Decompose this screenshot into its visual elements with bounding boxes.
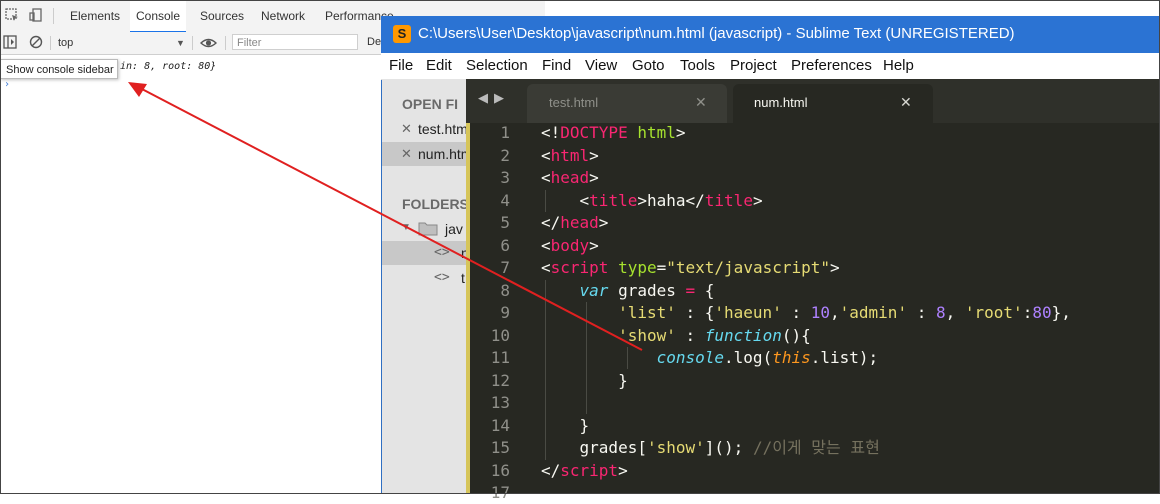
code-line[interactable]: console.log(this.list);: [541, 347, 879, 369]
open-file-num[interactable]: num.htm: [418, 146, 472, 162]
line-number: 4: [500, 190, 510, 210]
console-output-line: in: 8, root: 80}: [120, 61, 217, 72]
line-number: 14: [490, 415, 510, 435]
tab-network[interactable]: Network: [261, 0, 305, 32]
line-number: 7: [500, 258, 510, 277]
folder-file-test[interactable]: t: [461, 270, 465, 286]
folder-name[interactable]: jav: [445, 221, 463, 237]
tab-label: test.html: [549, 95, 599, 110]
log-levels-dropdown[interactable]: De: [367, 36, 381, 48]
html-file-icon: <>: [434, 245, 450, 260]
menu-selection[interactable]: Selection: [466, 57, 528, 74]
clear-console-icon[interactable]: [29, 35, 43, 49]
menu-help[interactable]: Help: [883, 57, 914, 74]
console-sidebar-icon[interactable]: [3, 35, 17, 49]
line-number: 15: [490, 438, 510, 457]
line-number: 3: [500, 168, 510, 187]
tab-label: num.html: [754, 95, 808, 110]
menu-find[interactable]: Find: [542, 57, 571, 74]
html-file-icon: <>: [434, 270, 450, 285]
sublime-logo-icon: S: [393, 25, 411, 43]
code-line[interactable]: 'list' : {'haeun' : 10,'admin' : 8, 'roo…: [541, 302, 1071, 324]
line-number: 6: [500, 235, 510, 255]
context-selector[interactable]: top ▼: [58, 35, 186, 51]
divider: [192, 36, 193, 50]
open-files-header: OPEN FI: [402, 96, 459, 112]
line-number: 8: [500, 280, 510, 300]
console-prompt[interactable]: ›: [4, 79, 10, 90]
tab-nav-arrows-icon[interactable]: ◀▶: [478, 90, 510, 106]
menu-edit[interactable]: Edit: [426, 57, 452, 74]
tab-num-html[interactable]: num.html ✕: [733, 84, 933, 123]
line-number: 13: [490, 393, 510, 412]
modified-lines-marker: [466, 123, 470, 494]
line-number: 5: [500, 213, 510, 232]
code-line[interactable]: <body>: [541, 235, 599, 257]
code-line[interactable]: </head>: [541, 212, 608, 234]
line-number: 1: [500, 123, 510, 142]
code-line[interactable]: <!DOCTYPE html>: [541, 122, 686, 144]
menu-file[interactable]: File: [389, 57, 413, 74]
folder-icon: [418, 222, 438, 236]
menu-goto[interactable]: Goto: [632, 57, 665, 74]
menu-view[interactable]: View: [585, 57, 617, 74]
code-line[interactable]: 'show' : function(){: [541, 325, 811, 347]
code-line[interactable]: grades['show'](); //이게 맞는 표현: [541, 437, 880, 459]
tab-test-html[interactable]: test.html ✕: [527, 84, 727, 123]
open-file-test[interactable]: test.htm: [418, 121, 468, 137]
line-number: 12: [490, 370, 510, 390]
code-line[interactable]: <head>: [541, 167, 599, 189]
inspect-element-icon[interactable]: [5, 8, 19, 22]
filter-input[interactable]: Filter: [232, 34, 358, 50]
divider: [50, 36, 51, 50]
tab-console[interactable]: Console: [130, 0, 186, 33]
tab-elements[interactable]: Elements: [70, 0, 120, 32]
line-number: 11: [490, 348, 510, 367]
line-number: 9: [500, 303, 510, 322]
menu-project[interactable]: Project: [730, 57, 777, 74]
expand-arrow-icon[interactable]: ▼: [401, 222, 411, 233]
dropdown-arrow-icon: ▼: [176, 38, 185, 48]
device-toolbar-icon[interactable]: [29, 8, 43, 22]
divider: [53, 8, 54, 24]
close-icon[interactable]: ✕: [695, 94, 707, 111]
line-number: 17: [490, 483, 510, 502]
menu-tools[interactable]: Tools: [680, 57, 715, 74]
tab-sources[interactable]: Sources: [200, 0, 244, 32]
line-number: 2: [500, 145, 510, 165]
sidebar-selection: [382, 241, 466, 265]
window-title: C:\Users\User\Desktop\javascript\num.htm…: [418, 25, 1015, 42]
folders-header: FOLDERS: [402, 196, 469, 212]
code-line[interactable]: }: [541, 370, 628, 392]
close-icon[interactable]: ✕: [401, 121, 412, 137]
divider: [225, 36, 226, 50]
code-line[interactable]: <html>: [541, 145, 599, 167]
code-line[interactable]: </script>: [541, 460, 628, 482]
code-line[interactable]: <script type="text/javascript">: [541, 257, 840, 279]
eye-icon[interactable]: [200, 36, 217, 50]
close-icon[interactable]: ✕: [900, 94, 912, 111]
code-line[interactable]: [541, 392, 551, 414]
menu-preferences[interactable]: Preferences: [791, 57, 872, 74]
line-number: 10: [490, 325, 510, 345]
close-icon[interactable]: ✕: [401, 146, 412, 162]
code-line[interactable]: <title>haha</title>: [541, 190, 763, 212]
tooltip: Show console sidebar: [0, 59, 118, 79]
code-line[interactable]: var grades = {: [541, 280, 715, 302]
context-value: top: [58, 37, 74, 49]
code-line[interactable]: }: [541, 415, 590, 437]
line-number: 16: [490, 460, 510, 480]
